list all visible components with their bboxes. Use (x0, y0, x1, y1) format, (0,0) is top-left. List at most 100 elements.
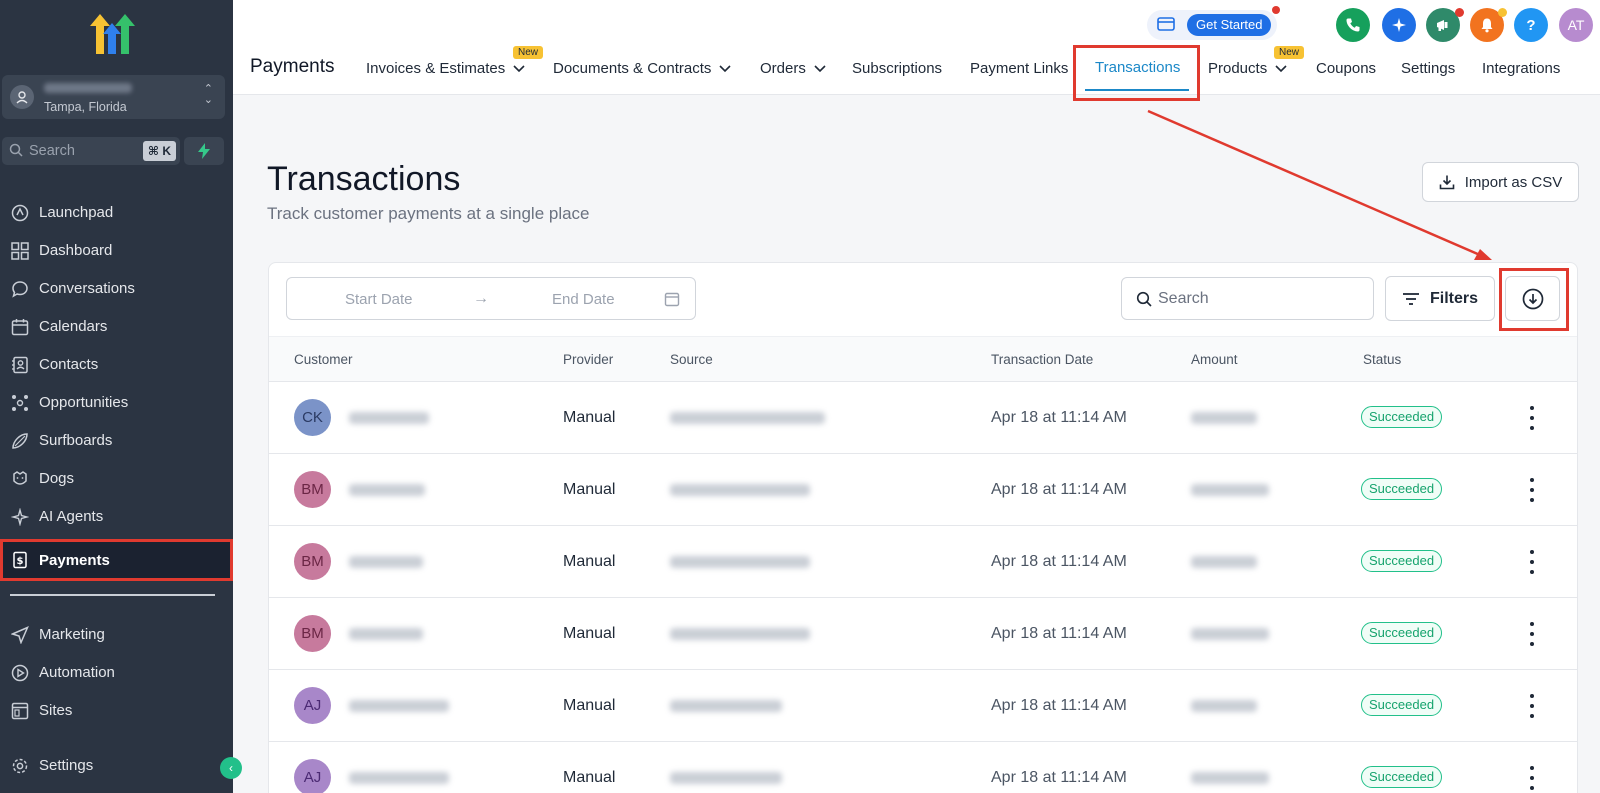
sidebar-collapse-button[interactable]: ‹ (220, 757, 242, 779)
phone-button[interactable] (1336, 8, 1370, 42)
tab-invoices-estimates[interactable]: Invoices & Estimates (366, 60, 525, 77)
sidebar-divider (10, 594, 215, 596)
sidebar-item-label: Marketing (39, 625, 105, 643)
bell-icon (1481, 18, 1493, 33)
help-button[interactable]: ? (1514, 8, 1548, 42)
provider-cell: Manual (563, 409, 616, 426)
new-badge: New (1274, 46, 1305, 59)
search-icon (1136, 291, 1152, 312)
column-header-source[interactable]: Source (670, 352, 713, 367)
transaction-date-cell: Apr 18 at 11:14 AM (991, 481, 1127, 498)
location-switcher[interactable]: Tampa, Florida ⌃ ⌄ (2, 75, 225, 119)
table-row[interactable]: BM Manual Apr 18 at 11:14 AM Succeeded (269, 598, 1577, 670)
column-header-provider[interactable]: Provider (563, 352, 613, 367)
sidebar-item-sites[interactable]: Sites (0, 691, 233, 729)
sidebar-item-calendars[interactable]: Calendars (0, 307, 233, 345)
tab-coupons[interactable]: Coupons (1316, 60, 1376, 77)
table-row[interactable]: BM Manual Apr 18 at 11:14 AM Succeeded (269, 526, 1577, 598)
row-actions-kebab-icon[interactable] (1527, 406, 1537, 430)
sidebar-item-label: AI Agents (39, 507, 104, 525)
column-header-status[interactable]: Status (1363, 352, 1401, 367)
transactions-search-input[interactable]: Search (1121, 277, 1374, 320)
tab-label: Subscriptions (852, 60, 943, 77)
customer-name-redacted (349, 772, 449, 784)
tab-products[interactable]: Products (1208, 60, 1287, 77)
get-started-widget[interactable]: Get Started (1147, 10, 1277, 40)
sidebar-item-conversations[interactable]: Conversations (0, 269, 233, 307)
provider-cell: Manual (563, 553, 616, 570)
sidebar-item-label: Payments (39, 551, 110, 569)
row-actions-kebab-icon[interactable] (1527, 766, 1537, 790)
sidebar-item-marketing[interactable]: Marketing (0, 615, 233, 653)
surfboard-icon (10, 431, 30, 451)
tab-payment-links[interactable]: Payment Links (970, 60, 1068, 77)
sidebar-item-dogs[interactable]: Dogs (0, 459, 233, 497)
provider-cell: Manual (563, 625, 616, 642)
column-header-transaction-date[interactable]: Transaction Date (991, 352, 1093, 367)
customer-avatar: BM (294, 615, 331, 652)
quick-actions-button[interactable] (184, 137, 224, 165)
column-header-customer[interactable]: Customer (294, 352, 353, 367)
table-row[interactable]: BM Manual Apr 18 at 11:14 AM Succeeded (269, 454, 1577, 526)
row-actions-kebab-icon[interactable] (1527, 478, 1537, 502)
filters-button[interactable]: Filters (1385, 276, 1495, 321)
notification-dot (1455, 8, 1464, 17)
import-csv-button[interactable]: Import as CSV (1422, 162, 1579, 202)
tab-orders[interactable]: Orders (760, 60, 826, 77)
transaction-date-cell: Apr 18 at 11:14 AM (991, 697, 1127, 714)
chevron-down-icon (513, 60, 525, 77)
user-avatar[interactable]: AT (1559, 8, 1593, 42)
sidebar-item-payments[interactable]: $ Payments (0, 539, 233, 581)
sparkle-icon (10, 507, 30, 527)
sidebar-item-dashboard[interactable]: Dashboard (0, 231, 233, 269)
customer-avatar: BM (294, 471, 331, 508)
search-placeholder: Search (1158, 290, 1209, 307)
ai-assistant-button[interactable] (1382, 8, 1416, 42)
sidebar-item-contacts[interactable]: Contacts (0, 345, 233, 383)
brand-logo[interactable] (88, 14, 138, 58)
page-title: Transactions (267, 160, 461, 198)
automation-icon (10, 663, 30, 683)
sidebar-item-launchpad[interactable]: Launchpad (0, 193, 233, 231)
tab-label: Documents & Contracts (553, 60, 712, 77)
transaction-date-cell: Apr 18 at 11:14 AM (991, 409, 1127, 426)
tab-documents-contracts[interactable]: Documents & Contracts (553, 60, 731, 77)
tab-subscriptions[interactable]: Subscriptions (852, 60, 942, 77)
avatar-initials: AT (1567, 17, 1585, 33)
sidebar-item-label: Dogs (39, 469, 75, 487)
tab-settings[interactable]: Settings (1401, 60, 1455, 77)
sidebar-item-ai-agents[interactable]: AI Agents (0, 497, 233, 535)
table-row[interactable]: AJ Manual Apr 18 at 11:14 AM Succeeded (269, 742, 1577, 793)
column-header-amount[interactable]: Amount (1191, 352, 1238, 367)
tab-integrations[interactable]: Integrations (1482, 60, 1560, 77)
sidebar-item-label: Automation (39, 663, 115, 681)
new-badge: New (513, 46, 544, 59)
sidebar-search-input[interactable]: Search ⌘ K (2, 137, 180, 165)
customer-avatar: CK (294, 399, 331, 436)
sidebar-item-label: Launchpad (39, 203, 114, 221)
date-range-picker[interactable]: Start Date → End Date (286, 277, 696, 320)
provider-cell: Manual (563, 697, 616, 714)
source-redacted (670, 700, 782, 712)
notification-dot (1498, 8, 1507, 17)
sidebar-item-surfboards[interactable]: Surfboards (0, 421, 233, 459)
search-shortcut-badge: ⌘ K (142, 141, 176, 161)
end-date-placeholder: End Date (552, 291, 615, 308)
customer-name-redacted (349, 700, 449, 712)
row-actions-kebab-icon[interactable] (1527, 694, 1537, 718)
row-actions-kebab-icon[interactable] (1527, 622, 1537, 646)
table-row[interactable]: AJ Manual Apr 18 at 11:14 AM Succeeded (269, 670, 1577, 742)
source-redacted (670, 412, 825, 424)
table-row[interactable]: CK Manual Apr 18 at 11:14 AM Succeeded (269, 382, 1577, 454)
amount-redacted (1191, 772, 1269, 784)
filters-label: Filters (1429, 289, 1478, 307)
sidebar-item-automation[interactable]: Automation (0, 653, 233, 691)
sidebar-search-placeholder: Search (29, 143, 75, 159)
amount-redacted (1191, 700, 1257, 712)
sidebar-item-label: Conversations (39, 279, 135, 297)
sidebar-item-opportunities[interactable]: Opportunities (0, 383, 233, 421)
get-started-button[interactable]: Get Started (1187, 14, 1272, 36)
row-actions-kebab-icon[interactable] (1527, 550, 1537, 574)
sidebar-item-settings[interactable]: Settings (0, 746, 233, 784)
tab-label: Coupons (1316, 60, 1377, 77)
